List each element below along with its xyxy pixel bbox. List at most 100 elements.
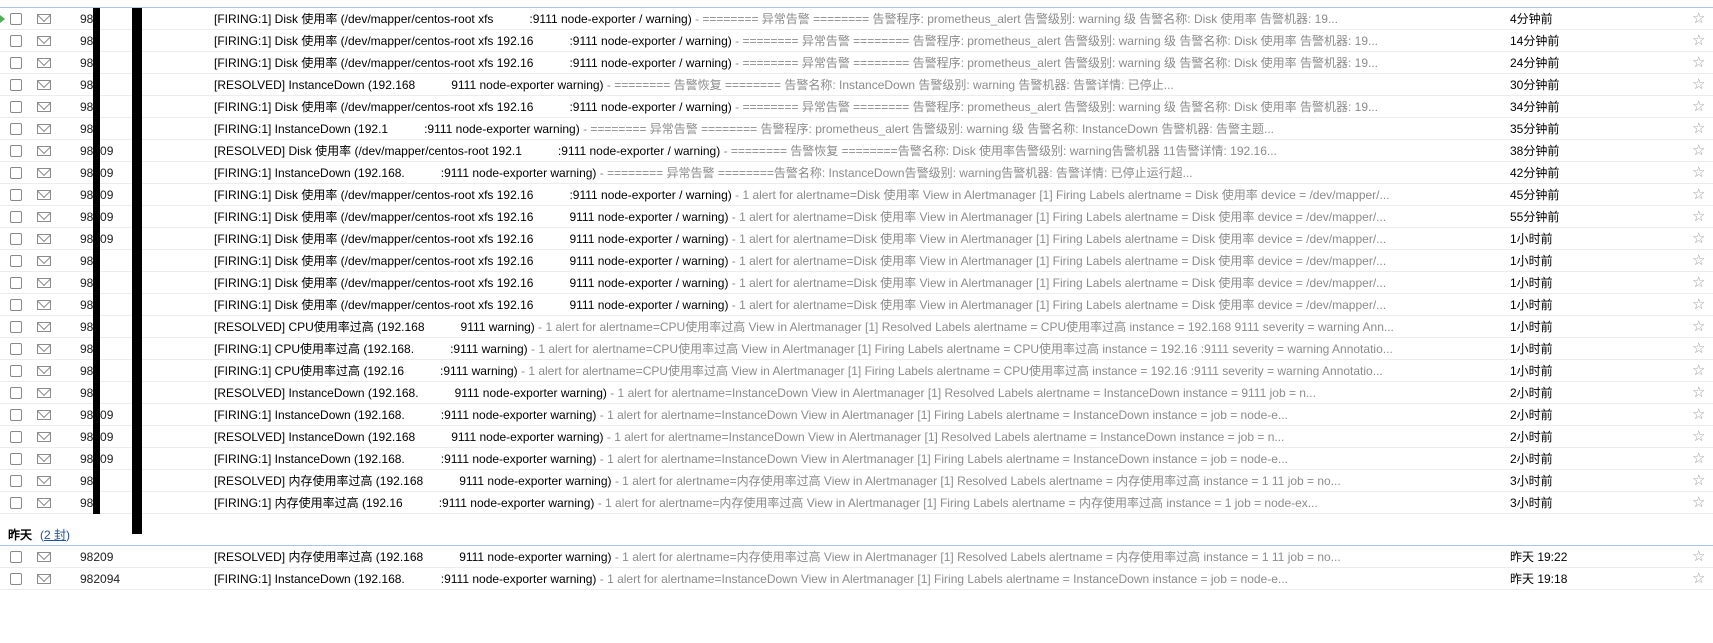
checkbox-icon[interactable] xyxy=(10,167,22,179)
mail-row[interactable]: 98209 [FIRING:1] InstanceDown (192.168.:9… xyxy=(0,404,1713,426)
star-icon[interactable]: ☆ xyxy=(1692,294,1705,316)
checkbox-icon[interactable] xyxy=(10,233,22,245)
star-icon[interactable]: ☆ xyxy=(1692,338,1705,360)
star-icon[interactable]: ☆ xyxy=(1692,492,1705,514)
checkbox-icon[interactable] xyxy=(10,387,22,399)
star-icon[interactable]: ☆ xyxy=(1692,250,1705,272)
mail-subject[interactable]: [FIRING:1] Disk 使用率 (/dev/mapper/centos-… xyxy=(214,228,1454,250)
mail-row[interactable]: 98 [RESOLVED] InstanceDown (192.168 9111 n… xyxy=(0,74,1713,96)
mail-subject[interactable]: [FIRING:1] Disk 使用率 (/dev/mapper/centos-… xyxy=(214,8,1454,30)
star-icon[interactable]: ☆ xyxy=(1692,448,1705,470)
mail-subject[interactable]: [RESOLVED] InstanceDown (192.168. 9111 no… xyxy=(214,382,1454,404)
star-icon[interactable]: ☆ xyxy=(1692,360,1705,382)
mail-row[interactable]: 98 [RESOLVED] CPU使用率过高 (192.168 9111 warni… xyxy=(0,316,1713,338)
checkbox-icon[interactable] xyxy=(10,551,22,563)
mail-subject[interactable]: [RESOLVED] Disk 使用率 (/dev/mapper/centos-… xyxy=(214,140,1454,162)
checkbox-icon[interactable] xyxy=(10,101,22,113)
mail-subject[interactable]: [FIRING:1] 内存使用率过高 (192.16:9111 node-exp… xyxy=(214,492,1454,514)
star-icon[interactable]: ☆ xyxy=(1692,382,1705,404)
checkbox-icon[interactable] xyxy=(10,475,22,487)
mail-subject[interactable]: [RESOLVED] 内存使用率过高 (192.168 9111 node-exp… xyxy=(214,546,1454,568)
mail-row[interactable]: 98209 [FIRING:1] Disk 使用率 (/dev/mapper/ce… xyxy=(0,184,1713,206)
mail-subject[interactable]: [FIRING:1] Disk 使用率 (/dev/mapper/centos-… xyxy=(214,206,1454,228)
mail-subject[interactable]: [FIRING:1] Disk 使用率 (/dev/mapper/centos-… xyxy=(214,250,1454,272)
mail-row[interactable]: 98 [FIRING:1] 内存使用率过高 (192.16:9111 node-e… xyxy=(0,492,1713,514)
mail-row[interactable]: 98 [FIRING:1] Disk 使用率 (/dev/mapper/cento… xyxy=(0,294,1713,316)
star-icon[interactable]: ☆ xyxy=(1692,404,1705,426)
star-icon[interactable]: ☆ xyxy=(1692,426,1705,448)
checkbox-icon[interactable] xyxy=(10,189,22,201)
mail-subject[interactable]: [FIRING:1] Disk 使用率 (/dev/mapper/centos-… xyxy=(214,272,1454,294)
star-icon[interactable]: ☆ xyxy=(1692,316,1705,338)
checkbox-icon[interactable] xyxy=(10,211,22,223)
star-icon[interactable]: ☆ xyxy=(1692,96,1705,118)
mail-row[interactable]: 98209 [RESOLVED] InstanceDown (192.168 911… xyxy=(0,426,1713,448)
star-icon[interactable]: ☆ xyxy=(1692,118,1705,140)
mail-subject[interactable]: [FIRING:1] CPU使用率过高 (192.16:9111 warning… xyxy=(214,360,1454,382)
mail-row[interactable]: 98 [FIRING:1] InstanceDown (192.1:9111 no… xyxy=(0,118,1713,140)
mail-row[interactable]: 982094 [FIRING:1] InstanceDown (192.168.:… xyxy=(0,568,1713,590)
checkbox-icon[interactable] xyxy=(10,145,22,157)
star-icon[interactable]: ☆ xyxy=(1692,8,1705,30)
mail-subject[interactable]: [FIRING:1] Disk 使用率 (/dev/mapper/centos-… xyxy=(214,184,1454,206)
mail-subject[interactable]: [FIRING:1] Disk 使用率 (/dev/mapper/centos-… xyxy=(214,30,1454,52)
checkbox-icon[interactable] xyxy=(10,321,22,333)
mail-subject[interactable]: [FIRING:1] Disk 使用率 (/dev/mapper/centos-… xyxy=(214,52,1454,74)
mail-row[interactable]: 98 [FIRING:1] Disk 使用率 (/dev/mapper/cento… xyxy=(0,96,1713,118)
star-icon[interactable]: ☆ xyxy=(1692,74,1705,96)
group-count-link[interactable]: 2 封 xyxy=(44,528,66,542)
checkbox-icon[interactable] xyxy=(10,35,22,47)
star-icon[interactable]: ☆ xyxy=(1692,470,1705,492)
mail-subject[interactable]: [RESOLVED] InstanceDown (192.168 9111 nod… xyxy=(214,74,1454,96)
star-icon[interactable]: ☆ xyxy=(1692,206,1705,228)
mail-subject[interactable]: [RESOLVED] CPU使用率过高 (192.168 9111 warning… xyxy=(214,316,1454,338)
checkbox-icon[interactable] xyxy=(10,409,22,421)
checkbox-icon[interactable] xyxy=(10,255,22,267)
mail-subject[interactable]: [RESOLVED] InstanceDown (192.168 9111 nod… xyxy=(214,426,1454,448)
star-icon[interactable]: ☆ xyxy=(1692,272,1705,294)
mail-row[interactable]: 98209 [RESOLVED] Disk 使用率 (/dev/mapper/ce… xyxy=(0,140,1713,162)
mail-row[interactable]: 98209 [FIRING:1] Disk 使用率 (/dev/mapper/ce… xyxy=(0,206,1713,228)
star-icon[interactable]: ☆ xyxy=(1692,184,1705,206)
checkbox-icon[interactable] xyxy=(10,453,22,465)
star-icon[interactable]: ☆ xyxy=(1692,568,1705,590)
mail-row[interactable]: 98 [FIRING:1] CPU使用率过高 (192.168.:9111 war… xyxy=(0,338,1713,360)
mail-row[interactable]: 98 [RESOLVED] 内存使用率过高 (192.168 9111 node-e… xyxy=(0,470,1713,492)
star-icon[interactable]: ☆ xyxy=(1692,546,1705,568)
mail-subject[interactable]: [FIRING:1] Disk 使用率 (/dev/mapper/centos-… xyxy=(214,96,1454,118)
checkbox-icon[interactable] xyxy=(10,299,22,311)
mail-subject[interactable]: [RESOLVED] 内存使用率过高 (192.168 9111 node-exp… xyxy=(214,470,1454,492)
checkbox-icon[interactable] xyxy=(10,497,22,509)
checkbox-icon[interactable] xyxy=(10,79,22,91)
mail-row[interactable]: 98209 [FIRING:1] InstanceDown (192.168.:9… xyxy=(0,448,1713,470)
mail-row[interactable]: 98 [RESOLVED] InstanceDown (192.168. 9111 … xyxy=(0,382,1713,404)
checkbox-icon[interactable] xyxy=(10,277,22,289)
mail-row[interactable]: 98 [FIRING:1] Disk 使用率 (/dev/mapper/cento… xyxy=(0,250,1713,272)
star-icon[interactable]: ☆ xyxy=(1692,162,1705,184)
mail-row[interactable]: 98209 [FIRING:1] Disk 使用率 (/dev/mapper/ce… xyxy=(0,228,1713,250)
mail-subject[interactable]: [FIRING:1] InstanceDown (192.1:9111 node… xyxy=(214,118,1454,140)
mail-row[interactable]: 98209 [RESOLVED] 内存使用率过高 (192.168 9111 nod… xyxy=(0,546,1713,568)
mail-subject[interactable]: [FIRING:1] Disk 使用率 (/dev/mapper/centos-… xyxy=(214,294,1454,316)
checkbox-icon[interactable] xyxy=(10,431,22,443)
mail-row[interactable]: 98 [FIRING:1] Disk 使用率 (/dev/mapper/cento… xyxy=(0,8,1713,30)
checkbox-icon[interactable] xyxy=(10,573,22,585)
mail-subject[interactable]: [FIRING:1] InstanceDown (192.168.:9111 n… xyxy=(214,162,1454,184)
mail-subject[interactable]: [FIRING:1] CPU使用率过高 (192.168.:9111 warni… xyxy=(214,338,1454,360)
mail-row[interactable]: 98 [FIRING:1] CPU使用率过高 (192.16:9111 warni… xyxy=(0,360,1713,382)
checkbox-icon[interactable] xyxy=(10,123,22,135)
star-icon[interactable]: ☆ xyxy=(1692,228,1705,250)
star-icon[interactable]: ☆ xyxy=(1692,140,1705,162)
mail-row[interactable]: 98 [FIRING:1] Disk 使用率 (/dev/mapper/cento… xyxy=(0,52,1713,74)
checkbox-icon[interactable] xyxy=(10,343,22,355)
star-icon[interactable]: ☆ xyxy=(1692,30,1705,52)
mail-subject[interactable]: [FIRING:1] InstanceDown (192.168.:9111 n… xyxy=(214,568,1454,590)
checkbox-icon[interactable] xyxy=(10,365,22,377)
mail-row[interactable]: 98 [FIRING:1] Disk 使用率 (/dev/mapper/cento… xyxy=(0,30,1713,52)
mail-subject[interactable]: [FIRING:1] InstanceDown (192.168.:9111 n… xyxy=(214,404,1454,426)
mail-row[interactable]: 98 [FIRING:1] Disk 使用率 (/dev/mapper/cento… xyxy=(0,272,1713,294)
mail-subject[interactable]: [FIRING:1] InstanceDown (192.168.:9111 n… xyxy=(214,448,1454,470)
mail-row[interactable]: 98209 [FIRING:1] InstanceDown (192.168.:9… xyxy=(0,162,1713,184)
star-icon[interactable]: ☆ xyxy=(1692,52,1705,74)
checkbox-icon[interactable] xyxy=(10,57,22,69)
